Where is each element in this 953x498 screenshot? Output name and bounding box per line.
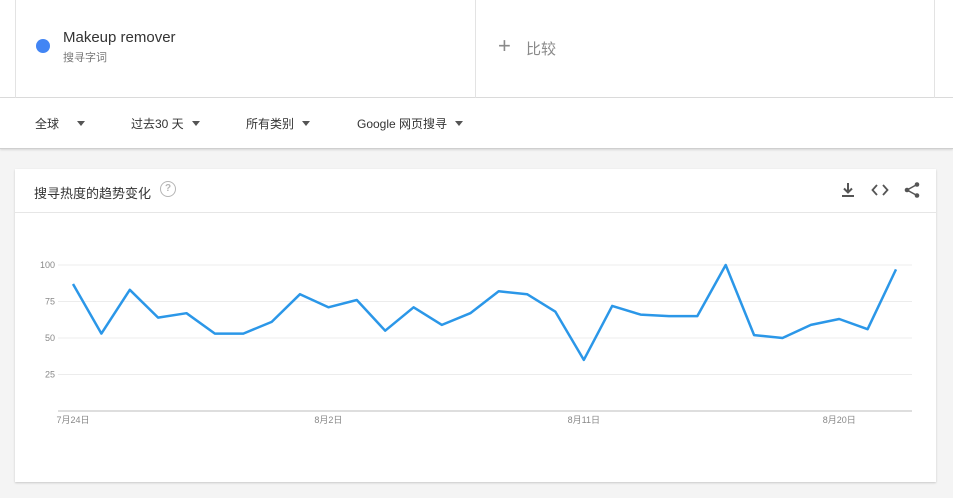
- filter-time-label: 过去30 天: [131, 117, 184, 131]
- data-point[interactable]: [325, 304, 331, 310]
- y-tick-label: 50: [45, 333, 55, 343]
- filter-search-type[interactable]: Google 网页搜寻: [357, 115, 464, 132]
- data-point[interactable]: [581, 357, 587, 363]
- data-point[interactable]: [751, 332, 757, 338]
- data-point[interactable]: [98, 331, 104, 337]
- y-tick-label: 75: [45, 297, 55, 307]
- x-tick-label: 8月20日: [823, 415, 856, 425]
- data-point[interactable]: [524, 291, 530, 297]
- data-point[interactable]: [127, 287, 133, 293]
- chevron-down-icon: [77, 121, 86, 126]
- y-tick-label: 100: [40, 260, 55, 270]
- chevron-down-icon: [455, 121, 464, 126]
- data-point[interactable]: [609, 303, 615, 309]
- term-color-dot: [36, 39, 50, 53]
- filter-category-label: 所有类别: [246, 117, 295, 131]
- chevron-down-icon: [302, 121, 311, 126]
- filter-time-range[interactable]: 过去30 天: [131, 115, 200, 132]
- compare-label[interactable]: 比较: [526, 38, 556, 59]
- data-point[interactable]: [694, 313, 700, 319]
- plus-icon[interactable]: +: [498, 33, 511, 59]
- data-point[interactable]: [723, 262, 729, 268]
- x-tick-label: 8月11日: [568, 415, 600, 425]
- search-term-card[interactable]: Makeup remover 搜寻字词: [15, 0, 476, 98]
- data-point[interactable]: [411, 304, 417, 310]
- data-point[interactable]: [184, 310, 190, 316]
- data-point[interactable]: [382, 328, 388, 334]
- data-point[interactable]: [155, 315, 161, 321]
- data-point[interactable]: [212, 331, 218, 337]
- filter-region-label: 全球: [35, 117, 60, 131]
- term-bar: Makeup remover 搜寻字词 + 比较: [0, 0, 953, 98]
- data-point[interactable]: [638, 312, 644, 318]
- x-tick-label: 8月2日: [314, 415, 342, 425]
- filter-category[interactable]: 所有类别: [246, 115, 311, 132]
- filter-bar: 全球 过去30 天 所有类别 Google 网页搜寻: [0, 98, 953, 149]
- data-point[interactable]: [836, 316, 842, 322]
- x-tick-label: 7月24日: [56, 415, 89, 425]
- data-point[interactable]: [893, 266, 899, 272]
- data-point[interactable]: [70, 281, 76, 287]
- trend-line-chart: 25 50 75 100 7月24日 8月2日 8月11日 8月20日: [40, 260, 912, 425]
- data-point[interactable]: [779, 335, 785, 341]
- term-name[interactable]: Makeup remover: [63, 29, 176, 46]
- y-tick-label: 25: [45, 370, 55, 380]
- chevron-down-icon: [191, 121, 200, 126]
- data-point[interactable]: [552, 309, 558, 315]
- filter-search-type-label: Google 网页搜寻: [357, 117, 448, 131]
- term-sublabel: 搜寻字词: [63, 52, 107, 64]
- data-point[interactable]: [496, 288, 502, 294]
- data-point[interactable]: [666, 313, 672, 319]
- data-point[interactable]: [865, 326, 871, 332]
- filter-region[interactable]: 全球: [35, 115, 86, 132]
- data-point[interactable]: [240, 331, 246, 337]
- compare-card[interactable]: + 比较: [476, 0, 935, 98]
- data-point[interactable]: [808, 322, 814, 328]
- interest-over-time-card: 搜寻热度的趋势变化 ? 25 50 75 100 7月24日 8月2日 8月11日 8月20日: [15, 169, 936, 482]
- series-line[interactable]: [71, 263, 898, 362]
- data-point[interactable]: [269, 319, 275, 325]
- data-point[interactable]: [439, 322, 445, 328]
- data-point[interactable]: [297, 291, 303, 297]
- data-point[interactable]: [467, 310, 473, 316]
- data-point[interactable]: [354, 297, 360, 303]
